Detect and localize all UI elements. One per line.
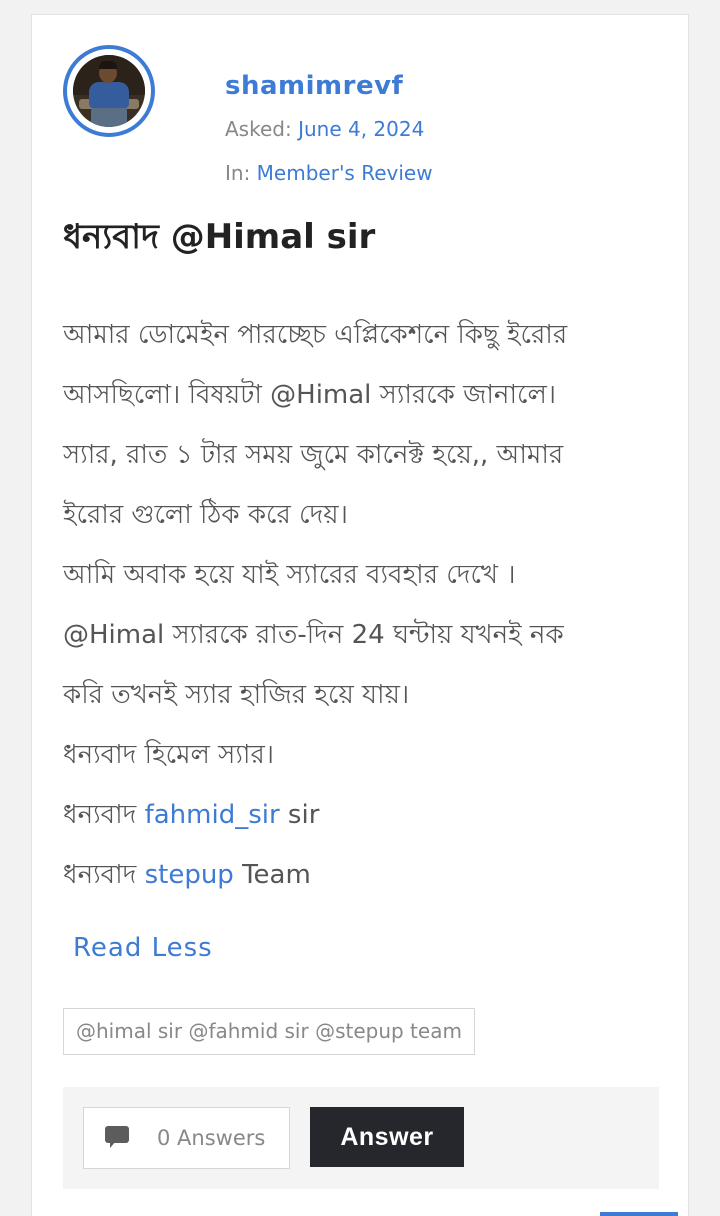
body-line: ধন্যবাদ fahmid_sir sir: [63, 785, 663, 845]
question-body: আমার ডোমেইন পারচ্ছেচ এপ্লিকেশনে কিছু ইরো…: [63, 305, 663, 905]
body-text-fragment: ধন্যবাদ: [63, 800, 145, 830]
body-line: ধন্যবাদ stepup Team: [63, 845, 663, 905]
author-username[interactable]: shamimrevf: [225, 71, 403, 101]
question-title: ধন্যবাদ @Himal sir: [63, 217, 376, 257]
body-text-fragment: sir: [279, 800, 320, 830]
read-less-link[interactable]: Read Less: [73, 933, 213, 963]
avatar-photo: [73, 55, 145, 127]
stepup-mention-link[interactable]: stepup: [145, 860, 234, 890]
category-link[interactable]: Member's Review: [257, 161, 433, 185]
body-text-fragment: Team: [233, 860, 311, 890]
fahmid-mention-link[interactable]: fahmid_sir: [145, 800, 280, 830]
body-text-fragment: ধন্যবাদ: [63, 860, 145, 890]
comment-bubble-icon: [105, 1126, 131, 1150]
asked-date-row: Asked: June 4, 2024: [225, 117, 424, 141]
body-line: @Himal স্যারকে রাত-দিন 24 ঘন্টায় যখনই ন…: [63, 620, 564, 650]
category-row: In: Member's Review: [225, 161, 433, 185]
answers-count-label: 0 Answers: [157, 1126, 266, 1150]
body-line: আমি অবাক হয়ে যাই স্যারের ব্যবহার দেখে ।: [63, 560, 516, 590]
answer-button[interactable]: Answer: [310, 1107, 464, 1167]
asked-label: Asked:: [225, 117, 292, 141]
body-line: ইরোর গুলো ঠিক করে দেয়।: [63, 500, 348, 530]
question-card: shamimrevf Asked: June 4, 2024 In: Membe…: [31, 14, 689, 1216]
body-line: আমার ডোমেইন পারচ্ছেচ এপ্লিকেশনে কিছু ইরো…: [63, 320, 568, 350]
answers-count-button[interactable]: 0 Answers: [83, 1107, 290, 1169]
asked-date-link[interactable]: June 4, 2024: [298, 117, 424, 141]
body-line: ধন্যবাদ হিমেল স্যার।: [63, 740, 275, 770]
user-avatar[interactable]: [63, 45, 155, 137]
body-line: করি তখনই স্যার হাজির হয়ে যায়।: [63, 680, 410, 710]
bottom-accent-bar: [600, 1212, 678, 1216]
body-line: আসছিলো। বিষয়টা @Himal স্যারকে জানালে।: [63, 380, 557, 410]
in-label: In:: [225, 161, 251, 185]
body-line: স্যার, রাত ১ টার সময় জুমে কানেক্ট হয়ে,…: [63, 440, 564, 470]
tags-box[interactable]: @himal sir @fahmid sir @stepup team: [63, 1008, 475, 1055]
actions-bar: 0 Answers Answer: [63, 1087, 659, 1189]
